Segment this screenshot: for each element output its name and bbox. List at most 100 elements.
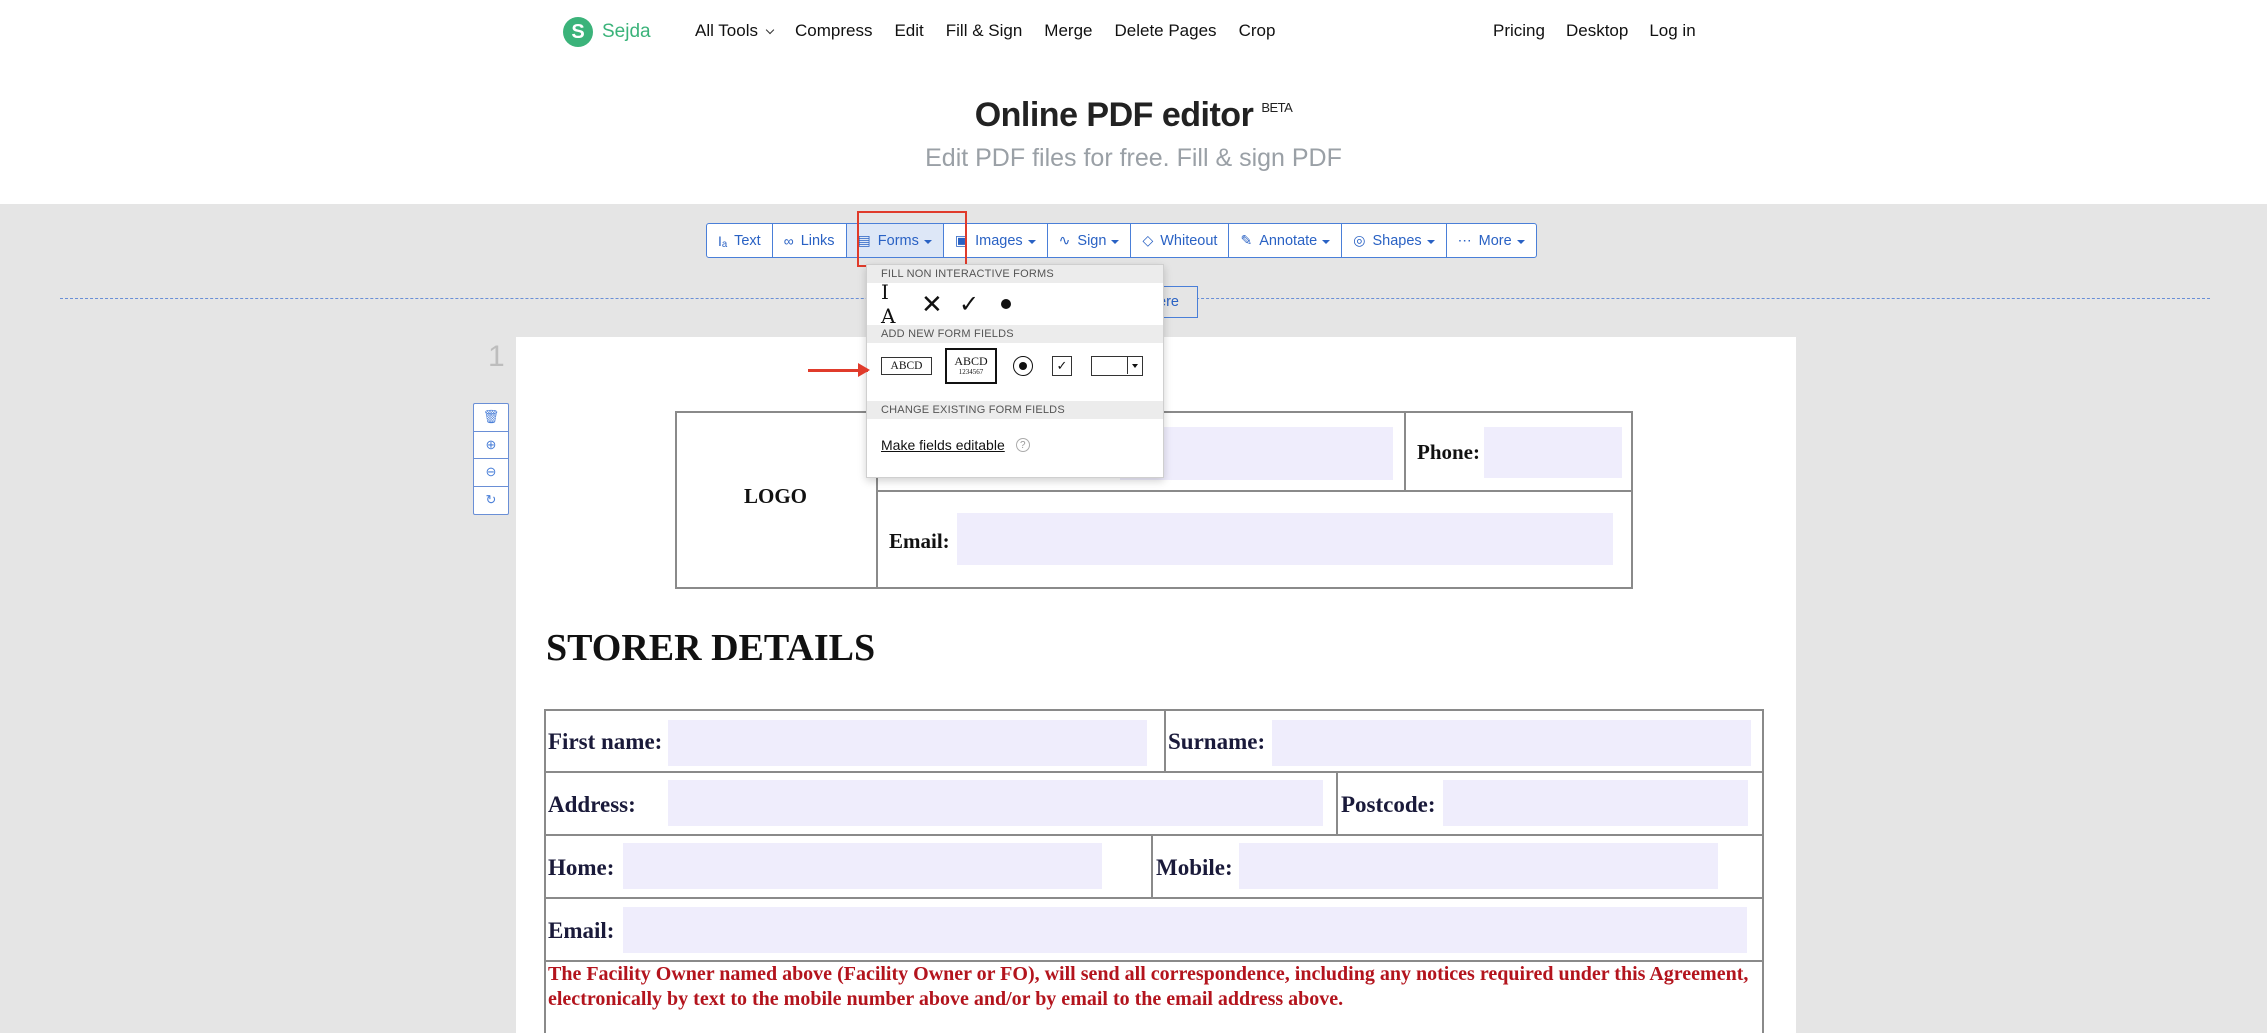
- page-title-text: Online PDF editor: [974, 96, 1254, 134]
- multiline-sample-line-2: 1234567: [958, 368, 984, 376]
- storer-email-field[interactable]: [623, 907, 1747, 953]
- caret-down-icon: [1426, 239, 1435, 244]
- storer-email-label: Email:: [548, 918, 615, 943]
- chevron-down-icon: [765, 25, 775, 35]
- annotate-tool-button[interactable]: ✎ Annotate: [1229, 224, 1343, 257]
- shapes-tool-label: Shapes: [1372, 232, 1422, 249]
- nav-compress[interactable]: Compress: [795, 21, 872, 41]
- nav-edit[interactable]: Edit: [894, 21, 923, 41]
- multiline-field-icon[interactable]: ABCD 1234567: [945, 348, 997, 384]
- header-table-divider: [876, 490, 1633, 492]
- pointer-arrow-annotation: [808, 363, 870, 377]
- correspondence-notice: The Facility Owner named above (Facility…: [548, 963, 1749, 1010]
- links-tool-label: Links: [800, 232, 835, 249]
- text-cursor-icon[interactable]: I A: [881, 280, 909, 328]
- zoom-in-button[interactable]: ⊕: [474, 432, 508, 459]
- signature-icon: ∿: [1058, 232, 1071, 248]
- nav-delete-pages[interactable]: Delete Pages: [1114, 21, 1216, 41]
- nav-all-tools-label: All Tools: [695, 21, 758, 40]
- phone-field[interactable]: [1484, 427, 1622, 478]
- first-name-field[interactable]: [668, 720, 1147, 766]
- rotate-page-button[interactable]: ↻: [474, 487, 508, 515]
- annotate-tool-label: Annotate: [1259, 232, 1318, 249]
- sign-tool-label: Sign: [1077, 232, 1107, 249]
- beta-badge: BETA: [1261, 100, 1293, 115]
- table-col-divider: [1164, 709, 1166, 772]
- shapes-icon: ◎: [1353, 232, 1366, 248]
- links-tool-button[interactable]: ∞ Links: [773, 224, 847, 257]
- forms-dropdown-menu: FILL NON INTERACTIVE FORMS I A ✕ ✓ ADD N…: [866, 264, 1164, 478]
- dot-icon[interactable]: [995, 293, 1017, 315]
- mobile-field[interactable]: [1239, 843, 1718, 889]
- page-subtitle: Edit PDF files for free. Fill & sign PDF: [925, 144, 1342, 172]
- text-field-icon[interactable]: ABCD: [881, 357, 932, 375]
- shapes-tool-button[interactable]: ◎ Shapes: [1342, 224, 1447, 257]
- nav-desktop[interactable]: Desktop: [1566, 21, 1628, 41]
- caret-down-icon: [1027, 239, 1036, 244]
- header-table-divider: [1404, 411, 1406, 491]
- nav-crop[interactable]: Crop: [1239, 21, 1276, 41]
- nav-links-right: Pricing Desktop Log in: [1493, 21, 1717, 41]
- nav-pricing[interactable]: Pricing: [1493, 21, 1545, 41]
- nav-login[interactable]: Log in: [1649, 21, 1695, 41]
- surname-field[interactable]: [1272, 720, 1751, 766]
- table-row-divider: [544, 897, 1764, 899]
- more-tool-button[interactable]: ⋯ More: [1447, 224, 1536, 257]
- check-mark-icon[interactable]: ✓: [959, 290, 989, 319]
- text-tool-label: Text: [734, 232, 761, 249]
- whiteout-tool-button[interactable]: ◇ Whiteout: [1131, 224, 1230, 257]
- text-tool-button[interactable]: Iₐ Text: [707, 224, 773, 257]
- caret-down-icon: [1322, 239, 1331, 244]
- editor-toolbar: Iₐ Text ∞ Links ▤ Forms ▣ Images ∿ Sign ◇ Whit…: [706, 223, 1537, 258]
- nav-links-left: All Tools Compress Edit Fill & Sign Merg…: [695, 21, 1297, 41]
- text-icon: Iₐ: [718, 232, 728, 249]
- zoom-out-button[interactable]: ⊖: [474, 459, 508, 487]
- rotate-icon: ↻: [485, 492, 497, 508]
- postcode-label: Postcode:: [1341, 792, 1436, 817]
- mobile-label: Mobile:: [1156, 855, 1233, 880]
- logo-placeholder: LOGO: [744, 484, 808, 508]
- radio-field-icon[interactable]: [1013, 356, 1033, 376]
- images-tool-label: Images: [975, 232, 1023, 249]
- header-email-label: Email:: [889, 529, 950, 553]
- caret-down-icon: [1111, 239, 1120, 244]
- header-email-field[interactable]: [957, 513, 1613, 565]
- phone-label: Phone:: [1417, 440, 1480, 464]
- home-label: Home:: [548, 855, 615, 880]
- cross-mark-icon[interactable]: ✕: [921, 289, 951, 320]
- nav-all-tools[interactable]: All Tools: [695, 21, 775, 41]
- home-phone-field[interactable]: [623, 843, 1102, 889]
- change-fields-heading: CHANGE EXISTING FORM FIELDS: [867, 401, 1163, 419]
- table-col-divider: [1336, 772, 1338, 835]
- table-row-divider: [544, 771, 1764, 773]
- link-icon: ∞: [783, 232, 794, 249]
- whiteout-tool-label: Whiteout: [1160, 232, 1218, 249]
- menu-spacer: [867, 389, 1163, 401]
- caret-down-icon: [1516, 239, 1525, 244]
- nav-merge[interactable]: Merge: [1044, 21, 1092, 41]
- sejda-logo[interactable]: S Sejda: [563, 17, 651, 47]
- address-field[interactable]: [668, 780, 1323, 826]
- delete-page-button[interactable]: 🗑︎: [474, 404, 508, 432]
- sign-tool-button[interactable]: ∿ Sign: [1048, 224, 1132, 257]
- forms-button-highlight: [857, 211, 967, 267]
- make-fields-editable-link[interactable]: Make fields editable: [881, 437, 1005, 453]
- help-icon[interactable]: ?: [1015, 438, 1030, 452]
- more-tool-label: More: [1478, 232, 1512, 249]
- address-label: Address:: [548, 792, 636, 817]
- multiline-sample-line-1: ABCD: [954, 354, 988, 368]
- eraser-icon: ◇: [1142, 232, 1154, 248]
- postcode-field[interactable]: [1443, 780, 1748, 826]
- first-name-label: First name:: [548, 729, 663, 754]
- add-fields-heading: ADD NEW FORM FIELDS: [867, 325, 1163, 343]
- trash-icon: 🗑︎: [482, 409, 500, 425]
- nav-fill-sign[interactable]: Fill & Sign: [946, 21, 1023, 41]
- checkbox-field-icon[interactable]: ✓: [1052, 356, 1072, 376]
- page-tools: 🗑︎ ⊕ ⊖ ↻: [473, 403, 509, 515]
- zoom-out-icon: ⊖: [485, 464, 497, 480]
- ellipsis-icon: ⋯: [1457, 232, 1472, 248]
- page-title: Online PDF editor BETA: [0, 96, 2267, 135]
- fill-tools-row: I A ✕ ✓: [867, 280, 1163, 328]
- page-number: 1: [488, 340, 505, 373]
- dropdown-field-icon[interactable]: [1091, 356, 1143, 376]
